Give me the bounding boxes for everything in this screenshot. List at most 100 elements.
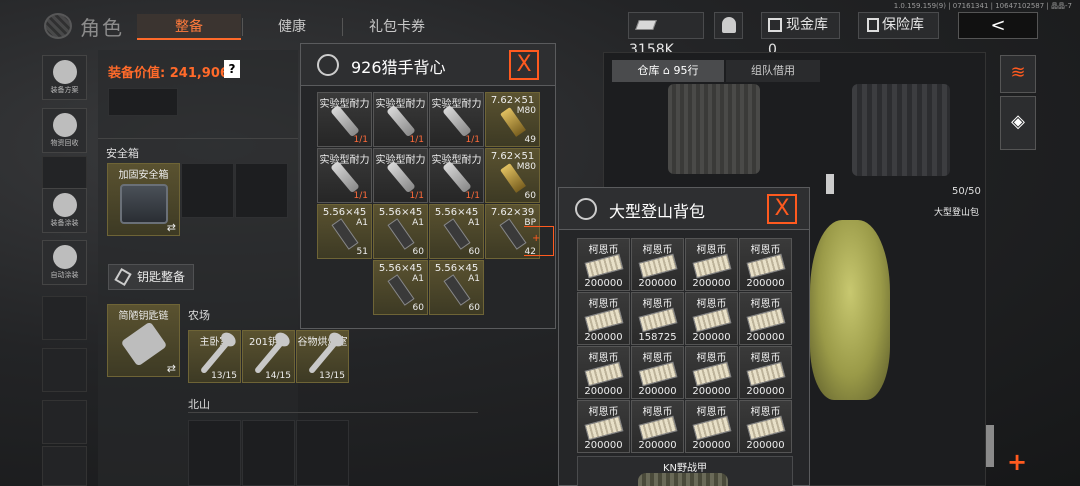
scrollbar[interactable]: [986, 425, 994, 467]
vest-item-slot[interactable]: 5.56×45 A1 60: [429, 260, 484, 315]
vest-item[interactable]: [668, 84, 760, 174]
banknote-icon: [746, 307, 785, 332]
keychain-icon: [120, 321, 168, 367]
loadout-plan-label: 装备方案: [50, 86, 79, 94]
safe-box-slot[interactable]: 加固安全箱 ⇄: [107, 163, 180, 236]
armor-item[interactable]: [852, 84, 950, 176]
key-count: 13/15: [211, 371, 237, 381]
cash-item-slot[interactable]: 柯恩币 200000: [631, 238, 684, 291]
cash-stash-button[interactable]: 现金库 0: [761, 12, 840, 58]
cash-name: 柯恩币: [696, 299, 727, 310]
cash-name: 柯恩币: [588, 353, 619, 364]
mag-icon: [442, 218, 471, 250]
help-button[interactable]: ?: [224, 60, 240, 78]
cash-item-slot[interactable]: 柯恩币 200000: [685, 292, 738, 345]
vest-item-slot[interactable]: 5.56×45 A1 60: [373, 260, 428, 315]
sidebar-empty-slot: [42, 296, 87, 340]
back-button[interactable]: <: [958, 12, 1038, 39]
cash-item-slot[interactable]: 柯恩币 200000: [577, 292, 630, 345]
keychain-slot[interactable]: 简陋钥匙链 ⇄: [107, 304, 180, 377]
backpack-item[interactable]: [810, 220, 890, 400]
mag-icon: [330, 218, 359, 250]
key-empty-slot[interactable]: [242, 420, 295, 486]
loadout-plan-button[interactable]: 装备方案: [42, 55, 87, 100]
cash-item-slot[interactable]: 柯恩币 200000: [685, 400, 738, 453]
cash-item-slot[interactable]: 柯恩币 200000: [577, 346, 630, 399]
item-count: 1/1: [465, 191, 480, 201]
mag-icon: [386, 274, 415, 306]
vest-item-slot[interactable]: 实验型耐力 1/1: [373, 148, 428, 203]
cash-name: 柯恩币: [750, 407, 781, 418]
vest-item-slot[interactable]: 5.56×45 A1 60: [429, 204, 484, 259]
item-name: 实验型耐力: [375, 99, 426, 110]
vest-item-slot[interactable]: 实验型耐力 1/1: [317, 92, 372, 147]
cash-item-slot[interactable]: 柯恩币 200000: [685, 346, 738, 399]
vest-popup-title: 926猎手背心: [351, 58, 446, 77]
kn-armor-slot[interactable]: KN野战甲: [577, 456, 793, 486]
recycle-button[interactable]: 物资回收: [42, 108, 87, 153]
close-button[interactable]: X: [509, 50, 539, 80]
item-name: 实验型耐力: [431, 155, 482, 166]
vest-item-slot[interactable]: 7.62×51 M80 49: [485, 92, 540, 147]
vest-item-slot[interactable]: 实验型耐力 1/1: [429, 92, 484, 147]
cash-name: 柯恩币: [696, 353, 727, 364]
currency-button[interactable]: 3158K: [628, 12, 704, 58]
key-empty-slot[interactable]: [296, 420, 349, 486]
cash-item-slot[interactable]: 柯恩币 200000: [685, 238, 738, 291]
safe-box-empty-slot[interactable]: [181, 163, 234, 218]
vault-button[interactable]: 保险库: [858, 12, 939, 39]
cash-name: 柯恩币: [642, 299, 673, 310]
equipment-slot[interactable]: [108, 88, 178, 116]
tab-warehouse[interactable]: 仓库 ⌂ 95行: [612, 60, 724, 82]
cash-name: 柯恩币: [750, 245, 781, 256]
key-slot[interactable]: 谷物烘烤室 13/15: [296, 330, 349, 383]
mag-icon: [498, 218, 527, 250]
cash-count: 200000: [746, 440, 785, 451]
item-count: 60: [412, 247, 424, 257]
backpack-grid: 柯恩币 200000 柯恩币 200000 柯恩币 200000 柯恩币 200000 柯恩币 2…: [577, 238, 793, 454]
cash-item-slot[interactable]: 柯恩币 200000: [739, 346, 792, 399]
layers-icon: ◈: [1011, 111, 1025, 132]
warehouse-rows: 95行: [673, 64, 699, 77]
vest-grid: 实验型耐力 1/1 实验型耐力 1/1 实验型耐力 1/1 7.62×51 M80 49 实验型耐…: [317, 92, 541, 316]
cash-item-slot[interactable]: 柯恩币 200000: [577, 238, 630, 291]
vest-item-slot[interactable]: 5.56×45 A1 51: [317, 204, 372, 259]
cash-name: 柯恩币: [642, 353, 673, 364]
add-button[interactable]: +: [1007, 448, 1027, 476]
key-loadout-button[interactable]: 钥匙整备: [108, 264, 194, 290]
banknote-icon: [638, 307, 677, 332]
key-slot[interactable]: 主卧室 13/15: [188, 330, 241, 383]
key-slot[interactable]: 201钥匙 14/15: [242, 330, 295, 383]
vest-item-slot[interactable]: 实验型耐力 1/1: [373, 92, 428, 147]
tab-gift-cards[interactable]: 礼包卡券: [352, 14, 442, 40]
tab-health[interactable]: 健康: [252, 14, 332, 40]
vault-icon: [867, 18, 879, 32]
refresh-stack-button[interactable]: ≋: [1000, 55, 1036, 93]
cash-item-slot[interactable]: 柯恩币 200000: [739, 292, 792, 345]
cash-item-slot[interactable]: 柯恩币 200000: [631, 400, 684, 453]
cash-item-slot[interactable]: 柯恩币 200000: [631, 346, 684, 399]
tab-team-borrow[interactable]: 组队借用: [726, 60, 820, 82]
banknote-icon: [638, 361, 677, 386]
vest-item-slot[interactable]: 实验型耐力 1/1: [429, 148, 484, 203]
close-button[interactable]: X: [767, 194, 797, 224]
vest-popup: 926猎手背心 X 实验型耐力 1/1 实验型耐力 1/1 实验型耐力 1/1 7.62×5…: [300, 43, 556, 329]
tab-loadout[interactable]: 整备: [137, 14, 241, 40]
layer-down-button[interactable]: ◈: [1000, 96, 1036, 150]
auto-paint-button[interactable]: 自动涂装: [42, 240, 87, 285]
vest-item-slot[interactable]: 7.62×51 M80 60: [485, 148, 540, 203]
vest-item-slot[interactable]: 5.56×45 A1 60: [373, 204, 428, 259]
vest-item-slot[interactable]: 实验型耐力 1/1: [317, 148, 372, 203]
key-count: 13/15: [319, 371, 345, 381]
cash-item-slot[interactable]: 柯恩币 200000: [577, 400, 630, 453]
support-button[interactable]: [714, 12, 743, 39]
safe-box-empty-slot[interactable]: [235, 163, 288, 218]
cash-item-slot[interactable]: 柯恩币 158725: [631, 292, 684, 345]
cash-item-slot[interactable]: 柯恩币 200000: [739, 238, 792, 291]
cash-name: 柯恩币: [588, 245, 619, 256]
key-empty-slot[interactable]: [188, 420, 241, 486]
key-count: 14/15: [265, 371, 291, 381]
cash-item-slot[interactable]: 柯恩币 200000: [739, 400, 792, 453]
paint-button[interactable]: 装备涂装: [42, 188, 87, 233]
item-count: 1/1: [409, 135, 424, 145]
